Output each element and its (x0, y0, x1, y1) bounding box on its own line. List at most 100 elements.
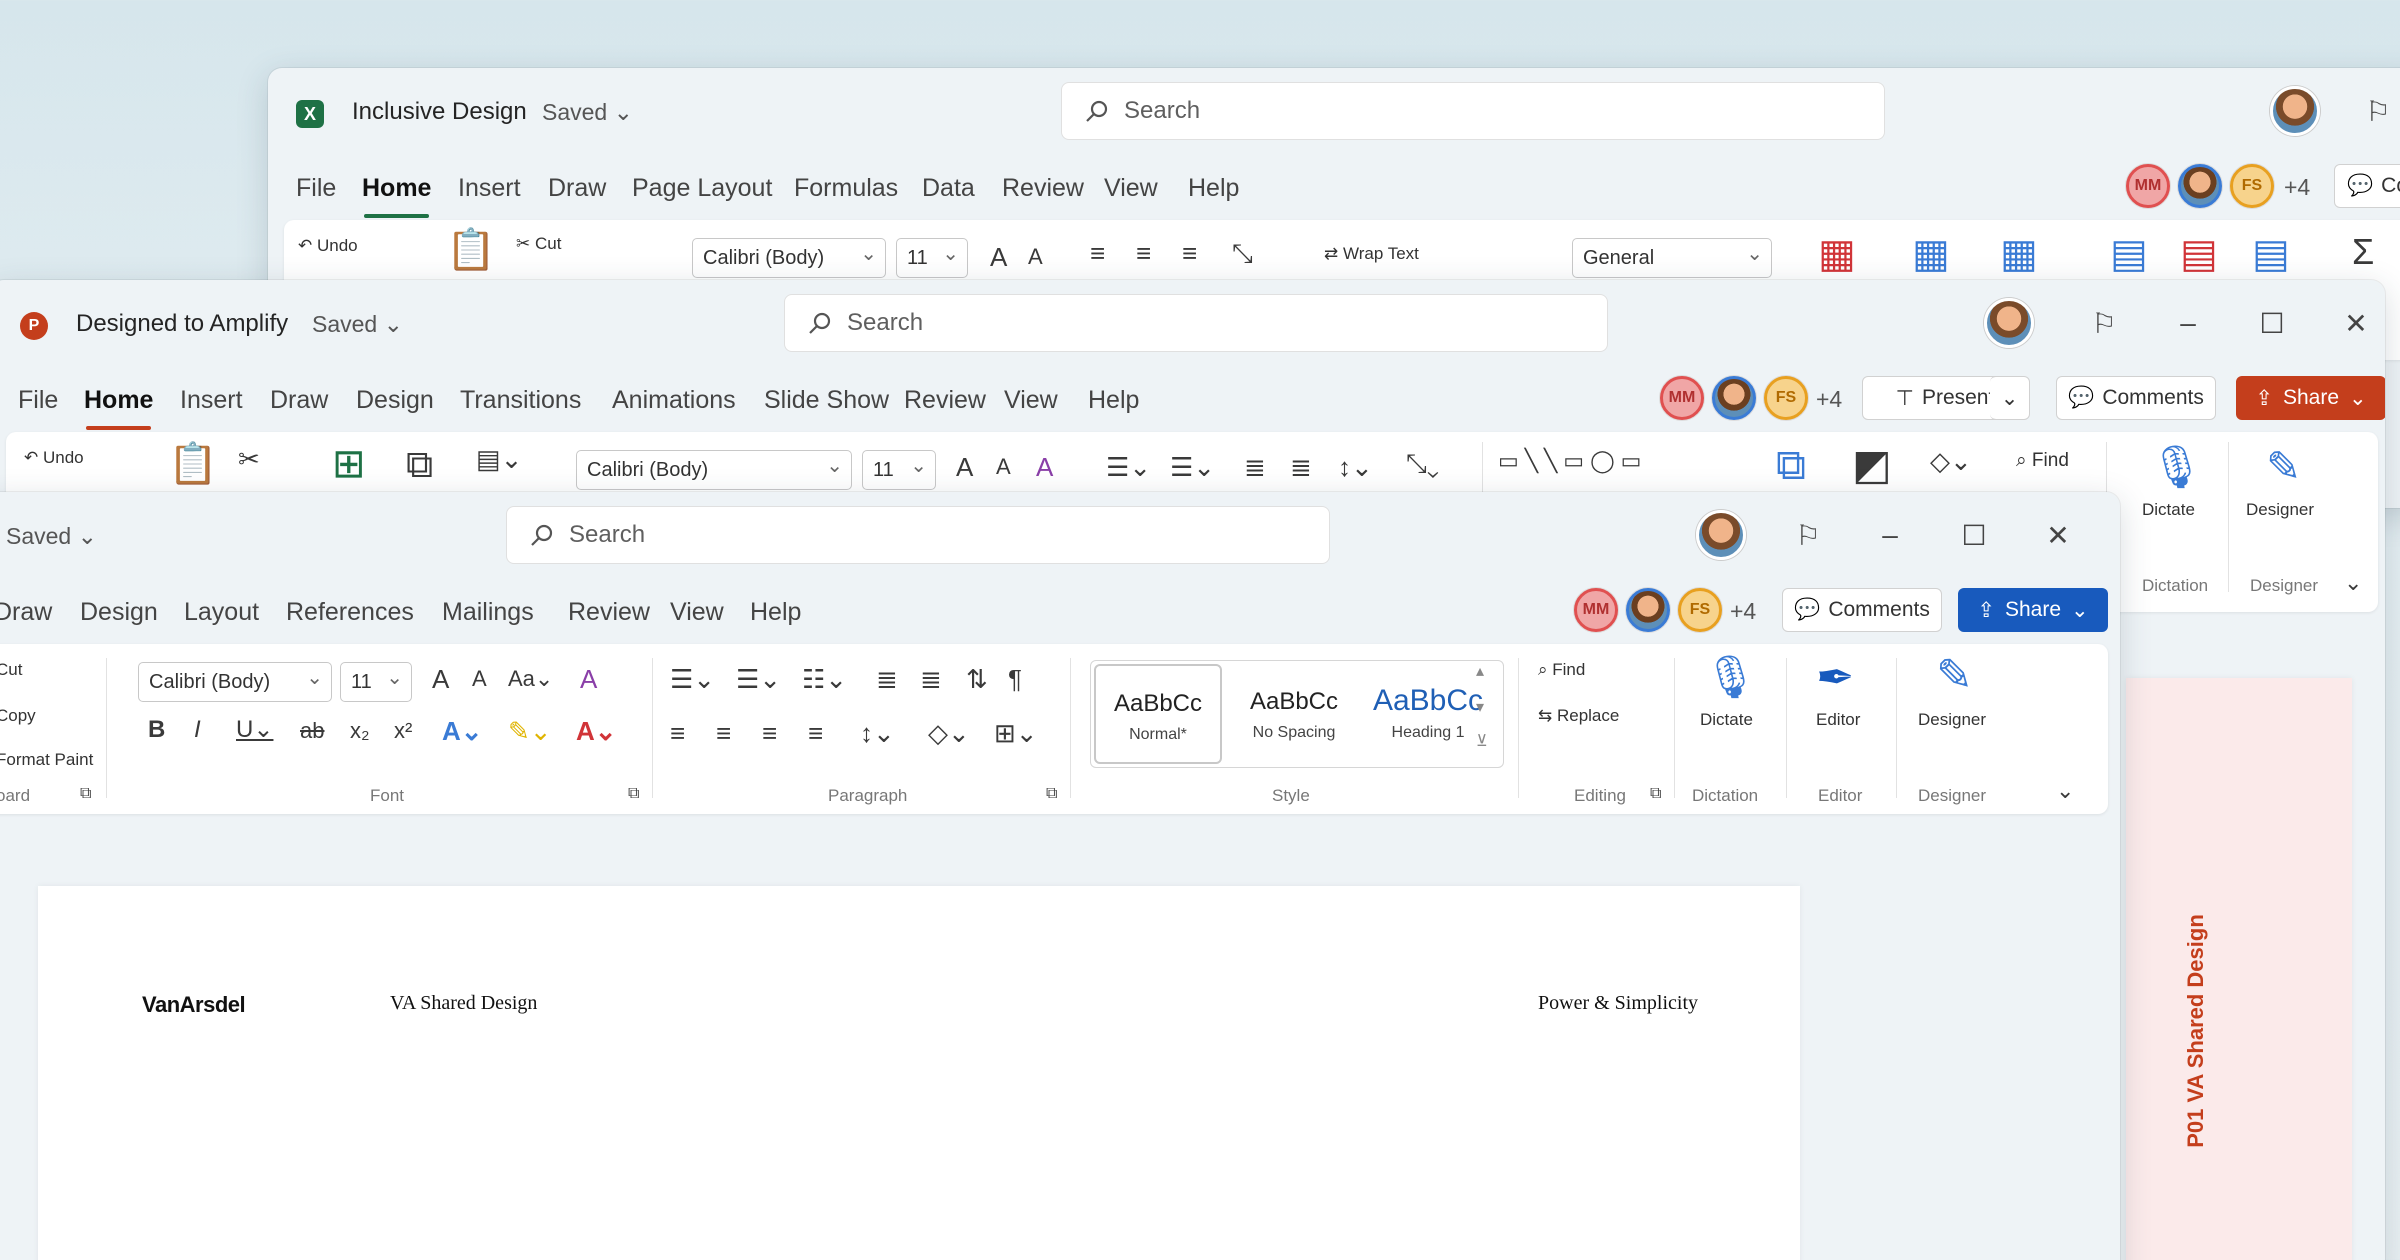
cut-icon[interactable]: ✂ (238, 446, 260, 472)
tab-layout[interactable]: Layout (184, 598, 259, 627)
tab-file[interactable]: File (18, 386, 58, 415)
tab-transitions[interactable]: Transitions (460, 386, 581, 415)
copy-button[interactable]: Copy (0, 706, 36, 726)
shrink-font-icon[interactable]: A (1028, 246, 1043, 268)
tab-help[interactable]: Help (750, 598, 801, 627)
undo-button[interactable]: ↶ Undo (24, 448, 84, 468)
editor-label[interactable]: Editor (1816, 710, 1860, 730)
word-saved-status[interactable]: Saved ⌄ (6, 523, 97, 550)
superscript-icon[interactable]: x² (394, 720, 412, 742)
ppt-search-box[interactable]: Search (784, 294, 1608, 352)
delete-cells-icon[interactable]: ▤ (2180, 234, 2218, 274)
tab-animations[interactable]: Animations (612, 386, 736, 415)
tab-view[interactable]: View (670, 598, 724, 627)
font-size-combo[interactable]: 11 (340, 662, 412, 702)
excel-collaborator-fs[interactable]: FS (2230, 164, 2274, 208)
font-name-combo[interactable]: Calibri (Body) (692, 238, 886, 278)
quick-styles-icon[interactable]: ◩ (1852, 444, 1892, 486)
justify-icon[interactable]: ≡ (808, 720, 823, 746)
layout-icon[interactable]: ▤⌄ (476, 446, 522, 472)
clear-format-icon[interactable]: A (1036, 454, 1053, 480)
styles-scroll-down-icon[interactable]: ▾ (1476, 700, 1484, 716)
insert-cells-icon[interactable]: ▤ (2110, 234, 2148, 274)
style-no-spacing[interactable]: AaBbCc No Spacing (1230, 664, 1358, 764)
tab-insert[interactable]: Insert (180, 386, 243, 415)
tab-draw[interactable]: Draw (270, 386, 328, 415)
designer-icon[interactable]: ✎ (1936, 654, 1973, 698)
new-slide-icon[interactable]: ⊞ (332, 444, 366, 484)
bold-icon[interactable]: B (148, 718, 165, 742)
reuse-slides-icon[interactable]: ⧉ (406, 446, 433, 484)
multilevel-list-icon[interactable]: ☷⌄ (802, 666, 847, 692)
word-collaborator-mm[interactable]: MM (1574, 588, 1618, 632)
clipboard-launcher-icon[interactable]: ⧉ (80, 786, 91, 802)
wrap-text-button[interactable]: ⇄ Wrap Text (1324, 244, 1419, 264)
align-left-icon[interactable]: ≡ (670, 720, 685, 746)
grow-font-icon[interactable]: A (990, 244, 1007, 270)
excel-collaborator-mm[interactable]: MM (2126, 164, 2170, 208)
decrease-indent-icon[interactable]: ≣ (876, 666, 898, 692)
shading-icon[interactable]: ◇⌄ (928, 720, 970, 746)
grow-font-icon[interactable]: A (432, 666, 449, 692)
sort-icon[interactable]: ⇅ (966, 666, 988, 692)
borders-icon[interactable]: ⊞⌄ (994, 720, 1038, 746)
word-comments-button[interactable]: 💬 Comments (1782, 588, 1942, 632)
strikethrough-icon[interactable]: ab (300, 720, 324, 742)
tab-view[interactable]: View (1004, 386, 1058, 415)
ppt-collaborator-count[interactable]: +4 (1816, 386, 1842, 413)
minimize-icon[interactable]: – (2168, 303, 2208, 343)
tab-design[interactable]: Design (356, 386, 434, 415)
ppt-collaborator-mm[interactable]: MM (1660, 376, 1704, 420)
subscript-icon[interactable]: x₂ (350, 720, 370, 742)
find-button[interactable]: ⌕ Find (1538, 660, 1585, 680)
underline-icon[interactable]: U⌄ (236, 718, 273, 742)
excel-comments-button[interactable]: 💬Co (2334, 164, 2400, 208)
ppt-comments-button[interactable]: 💬 Comments (2056, 376, 2216, 420)
grow-font-icon[interactable]: A (956, 454, 973, 480)
increase-indent-icon[interactable]: ≣ (1290, 454, 1312, 480)
font-name-combo[interactable]: Calibri (Body) (576, 450, 852, 490)
tab-home[interactable]: Home (362, 174, 431, 218)
close-icon[interactable]: ✕ (2038, 515, 2078, 555)
tab-view[interactable]: View (1104, 174, 1158, 203)
conditional-format-icon[interactable]: ▦ (1818, 234, 1856, 274)
format-cells-icon[interactable]: ▤ (2252, 234, 2290, 274)
excel-collaborator-count[interactable]: +4 (2284, 174, 2310, 201)
tab-formulas[interactable]: Formulas (794, 174, 898, 203)
paragraph-launcher-icon[interactable]: ⧉ (1046, 786, 1057, 802)
shapes-gallery-icon[interactable]: ▭╲╲▭◯▭ (1498, 450, 1647, 472)
replace-button[interactable]: ⇆ Replace (1538, 706, 1619, 726)
editor-icon[interactable]: ✒ (1816, 654, 1855, 700)
align-bottom-icon[interactable]: ≡ (1182, 240, 1197, 266)
font-launcher-icon[interactable]: ⧉ (628, 786, 639, 802)
excel-collaborator-avatar[interactable] (2178, 164, 2222, 208)
decrease-indent-icon[interactable]: ≣ (1244, 454, 1266, 480)
tab-page-layout[interactable]: Page Layout (632, 174, 772, 203)
ppt-share-button[interactable]: ⇪ Share ⌄ (2236, 376, 2385, 420)
cut-button[interactable]: ✂ Cut (516, 234, 561, 254)
cell-styles-icon[interactable]: ▦ (2000, 234, 2038, 274)
tab-file[interactable]: File (296, 174, 336, 203)
tab-home[interactable]: Home (84, 386, 153, 430)
line-spacing-icon[interactable]: ↕⌄ (860, 720, 895, 746)
tab-design[interactable]: Design (80, 598, 158, 627)
italic-icon[interactable]: I (194, 718, 201, 742)
ppt-collaborator-avatar[interactable] (1712, 376, 1756, 420)
font-size-combo[interactable]: 11 (896, 238, 968, 278)
excel-saved-status[interactable]: Saved ⌄ (542, 99, 633, 126)
close-icon[interactable]: ✕ (2336, 303, 2376, 343)
tab-draw[interactable]: Draw (0, 598, 52, 627)
bullets-icon[interactable]: ☰⌄ (1106, 454, 1151, 480)
style-normal[interactable]: AaBbCc Normal* (1094, 664, 1222, 764)
maximize-icon[interactable]: ☐ (1954, 515, 1994, 555)
designer-label[interactable]: Designer (1918, 710, 1986, 730)
word-share-button[interactable]: ⇪ Share ⌄ (1958, 588, 2108, 632)
tab-insert[interactable]: Insert (458, 174, 521, 203)
tab-references[interactable]: References (286, 598, 414, 627)
highlight-icon[interactable]: ✎⌄ (508, 718, 552, 744)
undo-button[interactable]: ↶ Undo (298, 236, 358, 256)
tab-review[interactable]: Review (1002, 174, 1084, 203)
excel-search-box[interactable]: Search (1061, 82, 1885, 140)
tab-help[interactable]: Help (1188, 174, 1239, 203)
excel-feedback-icon[interactable]: ⚐ (2358, 91, 2398, 131)
